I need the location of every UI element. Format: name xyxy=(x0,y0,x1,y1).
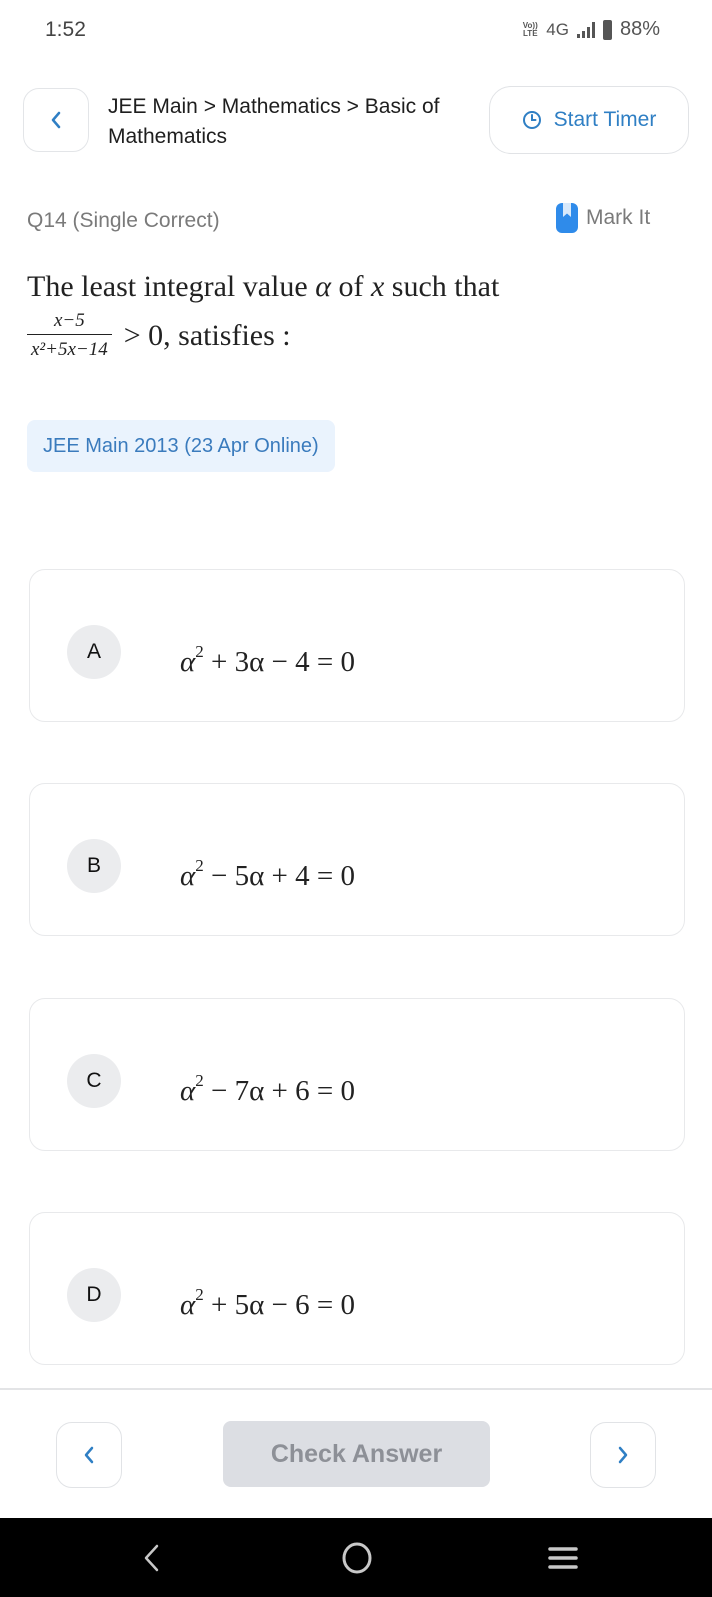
question-text-mid: of xyxy=(330,270,371,303)
option-label: B xyxy=(67,839,121,893)
previous-question-button[interactable] xyxy=(56,1422,122,1488)
eq-rest: − 5α + 4 = 0 xyxy=(203,860,355,892)
start-timer-button[interactable]: Start Timer xyxy=(489,86,689,154)
system-back-button[interactable] xyxy=(128,1536,176,1580)
bookmark-icon xyxy=(556,203,578,233)
start-timer-label: Start Timer xyxy=(553,108,657,131)
eq-rest: − 7α + 6 = 0 xyxy=(203,1075,355,1107)
option-label: C xyxy=(67,1054,121,1108)
eq-exp: 2 xyxy=(195,856,204,875)
chevron-left-icon xyxy=(84,1446,94,1464)
mark-it-label: Mark It xyxy=(586,206,651,229)
signal-icon xyxy=(576,21,595,38)
option-a[interactable]: A α2 + 3α − 4 = 0 xyxy=(29,569,685,722)
option-label: D xyxy=(67,1268,121,1322)
eq-rest: + 3α − 4 = 0 xyxy=(203,646,355,678)
mark-it-button[interactable]: Mark It xyxy=(556,203,650,233)
eq-rest: + 5α − 6 = 0 xyxy=(203,1289,355,1321)
footer-divider xyxy=(0,1388,712,1390)
battery-icon xyxy=(602,19,612,40)
eq-exp: 2 xyxy=(195,642,204,661)
system-home-button[interactable] xyxy=(333,1536,381,1580)
next-question-button[interactable] xyxy=(590,1422,656,1488)
battery-level: 88% xyxy=(619,18,660,40)
question-inequality: > 0, satisfies : xyxy=(123,318,291,352)
breadcrumb: JEE Main > Mathematics > Basic of Mathem… xyxy=(108,95,440,148)
question-text-line2: x−5 x²+5x−14 > 0, satisfies : xyxy=(27,310,291,361)
eq-base: α xyxy=(180,1289,196,1321)
question-text-suffix: such that xyxy=(384,270,500,303)
volte-icon: Vo)) LTE xyxy=(522,21,538,38)
network-type: 4G xyxy=(546,19,569,39)
system-home-icon xyxy=(342,1542,372,1574)
question-type: Q14 (Single Correct) xyxy=(27,209,220,232)
option-equation: α2 − 7α + 6 = 0 xyxy=(180,1072,355,1108)
chevron-right-icon xyxy=(618,1446,628,1464)
question-text-prefix: The least integral value xyxy=(27,270,316,303)
system-recents-button[interactable] xyxy=(539,1536,587,1580)
option-equation: α2 − 5α + 4 = 0 xyxy=(180,857,355,893)
eq-base: α xyxy=(180,1075,196,1107)
clock-icon xyxy=(522,111,541,129)
option-d[interactable]: D α2 + 5α − 6 = 0 xyxy=(29,1212,685,1365)
alpha-symbol: α xyxy=(315,270,331,303)
question-text-line1: The least integral value α of x such tha… xyxy=(27,270,499,304)
status-bar: 1:52 Vo)) LTE 4G 88% xyxy=(0,0,712,64)
option-b[interactable]: B α2 − 5α + 4 = 0 xyxy=(29,783,685,936)
eq-exp: 2 xyxy=(195,1071,204,1090)
system-back-icon xyxy=(144,1544,159,1572)
fraction-numerator: x−5 xyxy=(53,310,85,331)
volte-bottom: LTE xyxy=(523,28,538,38)
x-symbol: x xyxy=(370,270,385,303)
check-answer-button[interactable]: Check Answer xyxy=(223,1421,490,1487)
status-icons: Vo)) LTE 4G 88% xyxy=(522,18,660,41)
eq-exp: 2 xyxy=(195,1285,204,1304)
fraction: x−5 x²+5x−14 xyxy=(27,310,112,361)
option-c[interactable]: C α2 − 7α + 6 = 0 xyxy=(29,998,685,1151)
option-equation: α2 + 3α − 4 = 0 xyxy=(180,643,355,679)
source-tag: JEE Main 2013 (23 Apr Online) xyxy=(27,420,335,472)
option-equation: α2 + 5α − 6 = 0 xyxy=(180,1286,355,1322)
fraction-denominator: x²+5x−14 xyxy=(27,334,112,361)
system-recents-icon xyxy=(548,1547,578,1569)
eq-base: α xyxy=(180,646,196,678)
system-nav-bar xyxy=(0,1518,712,1597)
option-label: A xyxy=(67,625,121,679)
back-button[interactable] xyxy=(23,88,89,152)
eq-base: α xyxy=(180,860,196,892)
chevron-left-icon xyxy=(51,111,61,129)
status-time: 1:52 xyxy=(45,18,86,41)
